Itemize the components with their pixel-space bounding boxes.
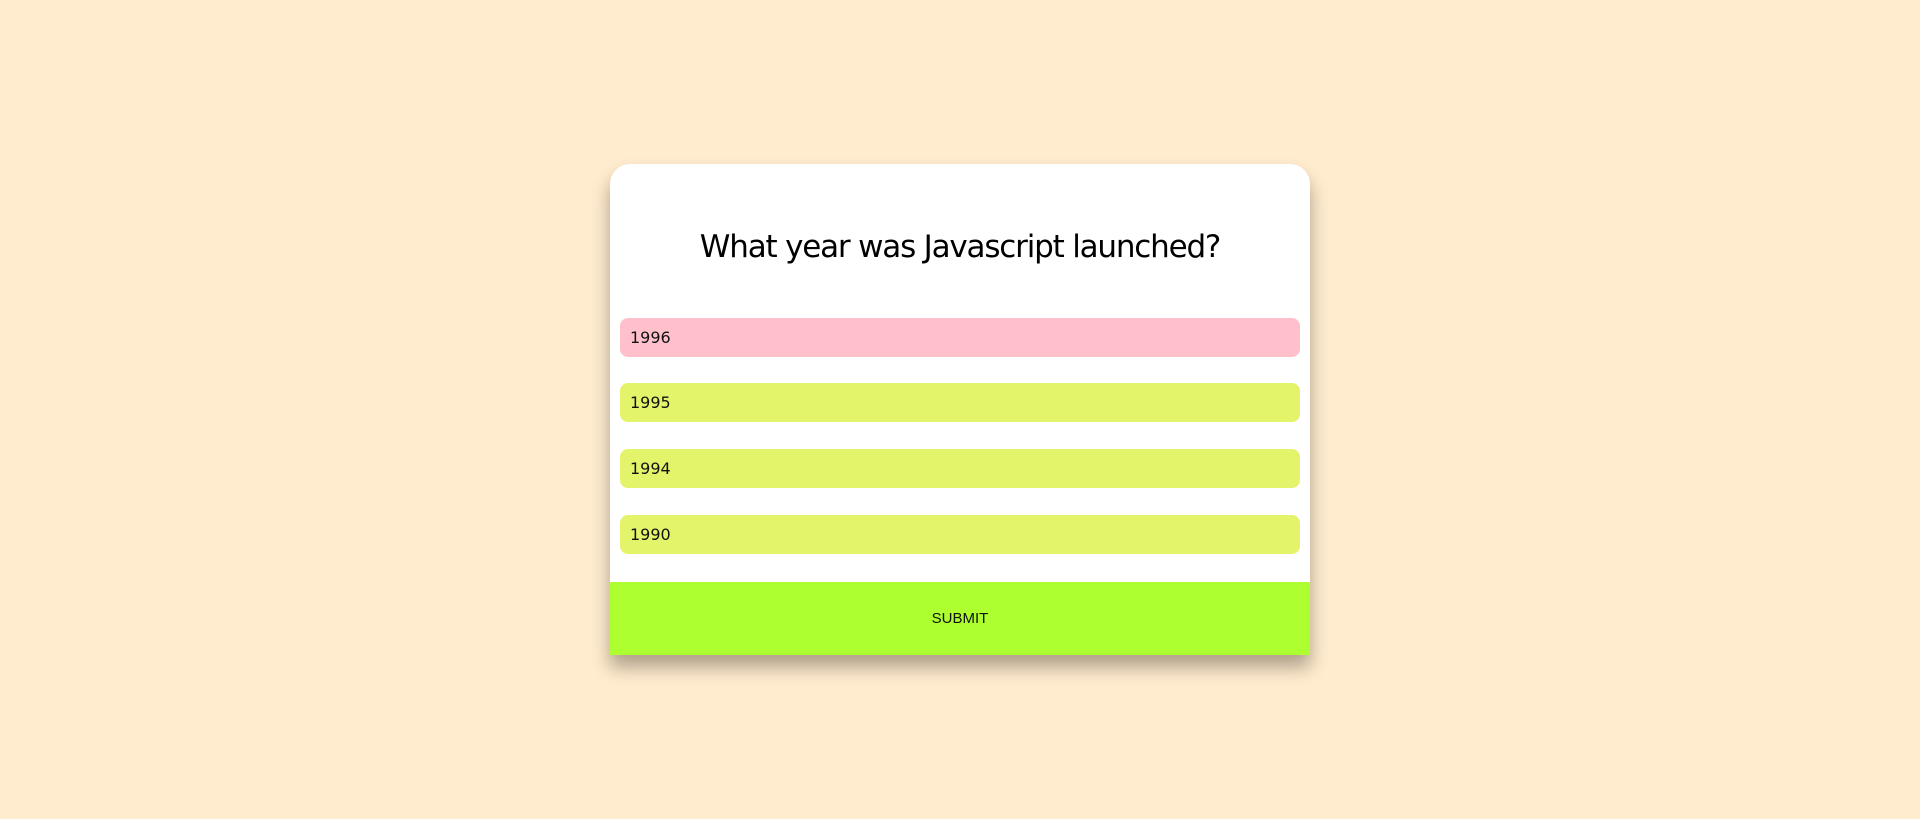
answer-label: 1990 [630,525,671,544]
submit-button[interactable]: SUBMIT [610,582,1310,655]
answer-option-1994[interactable]: 1994 [620,449,1300,488]
answer-option-1996[interactable]: 1996 [620,318,1300,357]
quiz-card: What year was Javascript launched? 1996 … [610,164,1310,655]
question-heading: What year was Javascript launched? [699,229,1222,265]
answer-option-1990[interactable]: 1990 [620,515,1300,554]
answer-label: 1994 [630,459,671,478]
answer-label: 1995 [630,393,671,412]
answer-list: 1996 1995 1994 1990 [620,318,1300,581]
answer-label: 1996 [630,328,671,347]
answer-option-1995[interactable]: 1995 [620,383,1300,422]
page-background: { "quiz": { "question": "What year was J… [0,0,1920,819]
